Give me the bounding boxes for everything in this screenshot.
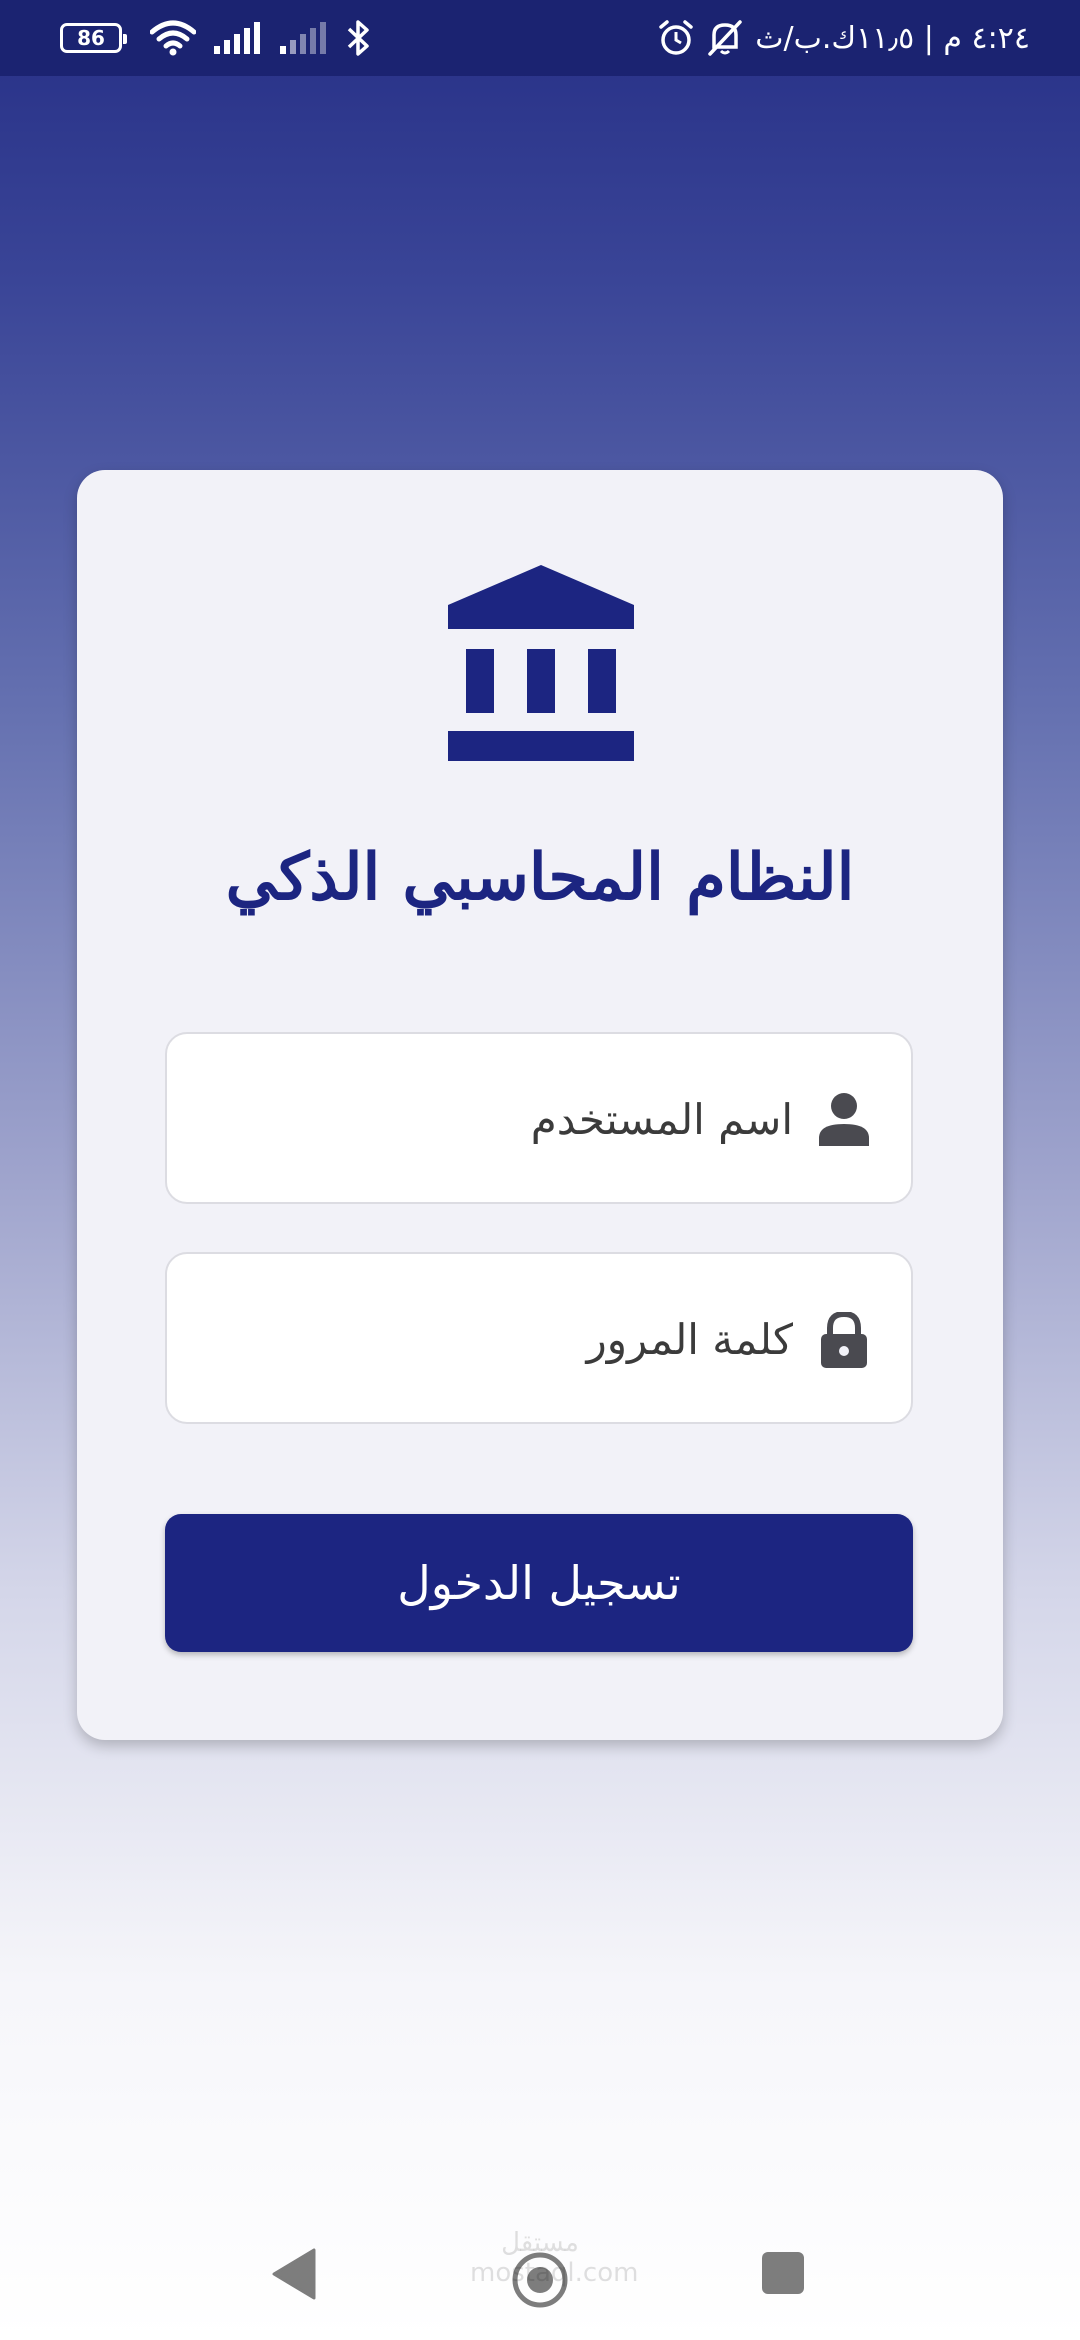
signal-strength-secondary-icon — [280, 22, 326, 54]
battery-indicator: 86 — [60, 23, 127, 53]
password-input[interactable] — [233, 1294, 793, 1384]
username-input[interactable] — [233, 1074, 793, 1164]
status-time-and-speed: ٤:٢٤ م | ١١٫٥ك.ب/ث — [755, 20, 1030, 56]
username-field[interactable] — [165, 1032, 913, 1204]
person-icon — [819, 1093, 869, 1146]
login-card: النظام المحاسبي الذكي تسجيل الدخول — [77, 470, 1003, 1740]
password-field[interactable] — [165, 1252, 913, 1424]
wifi-icon — [150, 20, 196, 56]
watermark-logo: مستقل mostaql.com — [470, 2228, 639, 2288]
battery-icon: 86 — [60, 23, 127, 53]
login-button[interactable]: تسجيل الدخول — [165, 1514, 913, 1652]
app-title: النظام المحاسبي الذكي — [225, 840, 855, 915]
back-icon[interactable] — [272, 2248, 316, 2300]
alarm-clock-icon — [659, 20, 694, 55]
status-icons-left: 86 — [60, 0, 372, 76]
bluetooth-icon — [347, 20, 369, 56]
lock-icon — [821, 1312, 867, 1368]
notifications-off-icon — [708, 20, 743, 56]
recent-apps-icon[interactable] — [762, 2252, 804, 2294]
status-icons-right: ٤:٢٤ م | ١١٫٥ك.ب/ث — [657, 0, 1030, 76]
signal-strength-icon — [214, 22, 260, 54]
bank-icon — [448, 565, 634, 761]
status-bar: 86 ٤:٢٤ م | ١١٫٥ك.ب/ث — [0, 0, 1080, 76]
